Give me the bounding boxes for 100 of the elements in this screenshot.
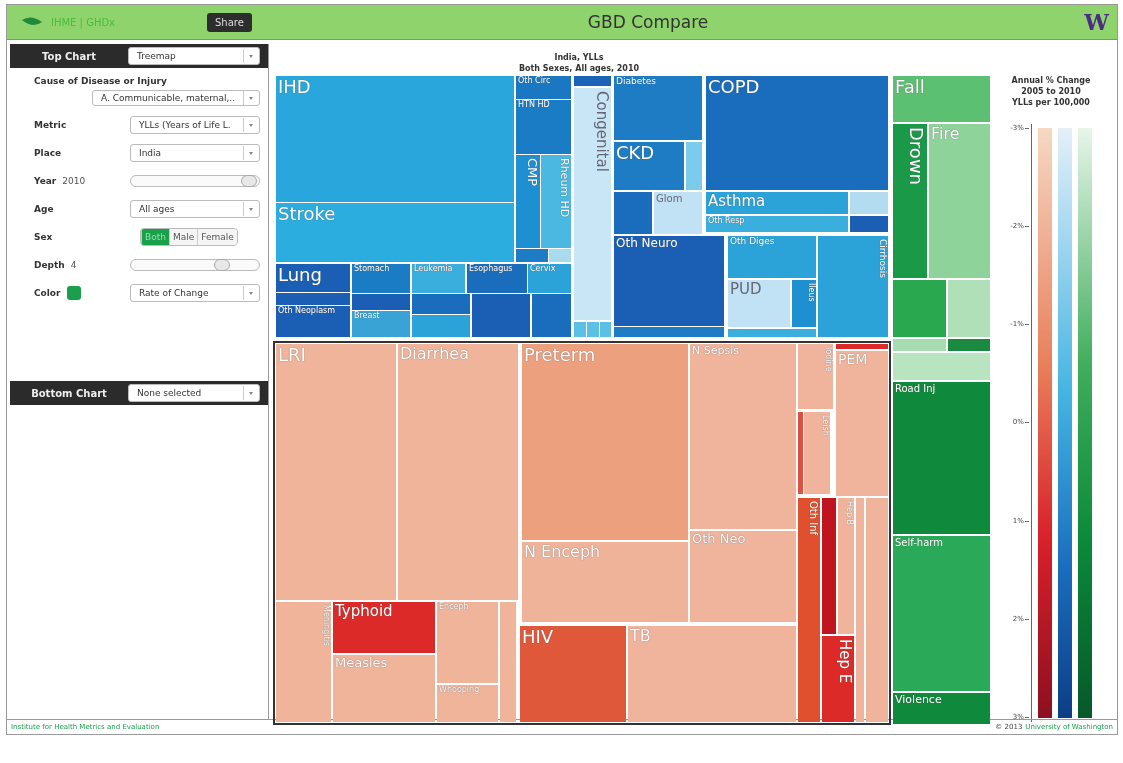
treemap-cell[interactable] <box>614 192 652 234</box>
slider-thumb[interactable] <box>240 175 257 187</box>
treemap-cell[interactable]: LRI <box>276 344 396 600</box>
treemap-cell[interactable] <box>587 322 599 337</box>
treemap-cell[interactable]: IHD <box>276 76 514 202</box>
treemap-cell[interactable] <box>850 192 888 214</box>
treemap-cell[interactable]: Hep E <box>822 636 854 722</box>
treemap-cell[interactable]: Drown <box>893 124 927 278</box>
treemap-cell[interactable] <box>728 329 816 337</box>
dropdown[interactable]: YLLs (Years of Life L. <box>130 116 260 134</box>
treemap-cell[interactable]: Oth Diges <box>728 236 816 278</box>
slider-thumb[interactable] <box>213 259 230 271</box>
control-label: Color <box>34 288 61 298</box>
control-label: Metric <box>34 120 68 130</box>
treemap-cell[interactable] <box>893 353 990 380</box>
treemap-cell[interactable] <box>549 249 571 262</box>
treemap-cell[interactable] <box>686 142 702 190</box>
dropdown[interactable]: Rate of Change <box>130 284 260 302</box>
treemap-cell[interactable]: Preterm <box>522 344 688 540</box>
treemap-cell[interactable]: Oth Resp <box>706 216 848 232</box>
segment-button[interactable]: Male <box>168 229 198 245</box>
dropdown[interactable]: All ages <box>130 200 260 218</box>
treemap-cell[interactable]: CKD <box>614 142 684 190</box>
dropdown[interactable]: India <box>130 144 260 162</box>
treemap-cell[interactable] <box>893 280 946 337</box>
control-label: Place <box>34 148 63 158</box>
control-label: Year <box>34 176 57 186</box>
treemap-cell[interactable]: COPD <box>706 76 888 190</box>
logo: W <box>1084 9 1109 35</box>
treemap-cell[interactable]: Rheum HD <box>541 155 571 248</box>
treemap-cell[interactable]: Breast <box>352 311 410 337</box>
treemap-cell[interactable]: Stroke <box>276 203 514 262</box>
treemap-cell[interactable]: Esophagus <box>467 264 527 293</box>
app-title: GBD Compare <box>586 12 710 32</box>
treemap-cell[interactable]: Ileus <box>792 280 816 327</box>
treemap-cell[interactable]: Asthma <box>706 192 848 214</box>
treemap-cell[interactable]: Road Inj <box>893 382 990 534</box>
control-label: Depth <box>34 260 65 270</box>
treemap-cell[interactable]: PEM <box>836 351 888 496</box>
treemap-cell[interactable] <box>948 339 990 351</box>
treemap-cell[interactable]: Diabetes <box>614 76 702 140</box>
treemap-cell[interactable] <box>822 498 836 634</box>
treemap-cell[interactable]: Oth Neuro <box>614 236 724 326</box>
cause-dropdown[interactable]: A. Communicable, maternal,.. <box>92 90 260 106</box>
treemap-cell[interactable] <box>472 294 530 337</box>
control-label: Age <box>34 204 55 214</box>
treemap-cell[interactable] <box>532 294 571 337</box>
treemap-cell[interactable] <box>574 76 611 86</box>
slider-value: 2010 <box>62 176 86 186</box>
treemap-cell[interactable]: Cervix <box>528 264 571 293</box>
chart-type-dropdown[interactable]: Treemap <box>128 47 260 65</box>
treemap-cell[interactable] <box>893 339 946 351</box>
treemap-cell[interactable]: Typhoid <box>333 602 435 653</box>
segment-button[interactable]: Both <box>141 229 169 245</box>
bar-label: Top Chart <box>41 50 97 62</box>
treemap-cell[interactable]: PUD <box>728 280 790 327</box>
treemap-cell[interactable]: CMP <box>516 155 540 248</box>
treemap-cell[interactable]: Violence <box>893 693 990 724</box>
treemap-cell[interactable]: Cirrhosis <box>818 236 888 337</box>
treemap-cell[interactable]: N Enceph <box>522 542 688 622</box>
treemap-cell[interactable] <box>276 293 350 305</box>
treemap-cell[interactable]: HIV <box>520 626 626 722</box>
color-swatch[interactable] <box>66 286 81 300</box>
treemap-cell[interactable] <box>412 294 470 314</box>
treemap-cell[interactable]: Oth Circ <box>516 76 571 99</box>
legend-title: 2005 to 2010 <box>1020 86 1082 97</box>
treemap-cell[interactable] <box>798 412 803 494</box>
slider-value: 4 <box>70 260 77 270</box>
treemap-cell[interactable]: Oth Inf <box>798 498 820 722</box>
treemap-cell[interactable]: Diarrhea <box>398 344 518 600</box>
segment-button[interactable]: Female <box>197 229 237 245</box>
treemap-cell[interactable] <box>600 322 611 337</box>
treemap-cell[interactable]: Self-harm <box>893 536 990 691</box>
treemap-cell[interactable] <box>574 322 586 337</box>
treemap-cell[interactable]: HTN HD <box>516 100 571 154</box>
chart-title: India, YLLs <box>553 52 605 63</box>
share-button[interactable]: Share <box>207 12 252 32</box>
treemap-cell[interactable]: Stomach <box>352 264 410 293</box>
treemap-cell[interactable] <box>866 498 888 722</box>
treemap-cell[interactable]: Glom <box>654 192 702 234</box>
treemap-cell[interactable] <box>948 280 990 337</box>
chart-type-dropdown[interactable]: None selected <box>128 384 260 402</box>
treemap-cell[interactable]: Congenital <box>574 88 611 320</box>
treemap-cell[interactable] <box>500 602 516 722</box>
treemap-cell[interactable] <box>850 216 888 232</box>
treemap-cell[interactable]: Fall <box>893 76 990 122</box>
treemap-cell[interactable]: Oth Neoplasm <box>276 306 350 337</box>
treemap-cell[interactable] <box>516 249 548 262</box>
leaf-icon <box>21 16 43 28</box>
treemap-cell[interactable]: Leukemia <box>412 264 465 293</box>
slider[interactable] <box>130 259 260 271</box>
treemap-cell[interactable]: Lung <box>276 264 350 292</box>
treemap-cell[interactable] <box>614 327 724 337</box>
treemap-cell[interactable] <box>856 498 864 722</box>
legend-title: Annual % Change <box>1011 75 1091 86</box>
treemap-cell[interactable] <box>412 315 470 337</box>
treemap-cell[interactable] <box>352 294 410 310</box>
bar-label: Bottom Chart <box>30 387 108 399</box>
slider[interactable] <box>130 175 260 187</box>
treemap-cell[interactable] <box>836 344 888 349</box>
